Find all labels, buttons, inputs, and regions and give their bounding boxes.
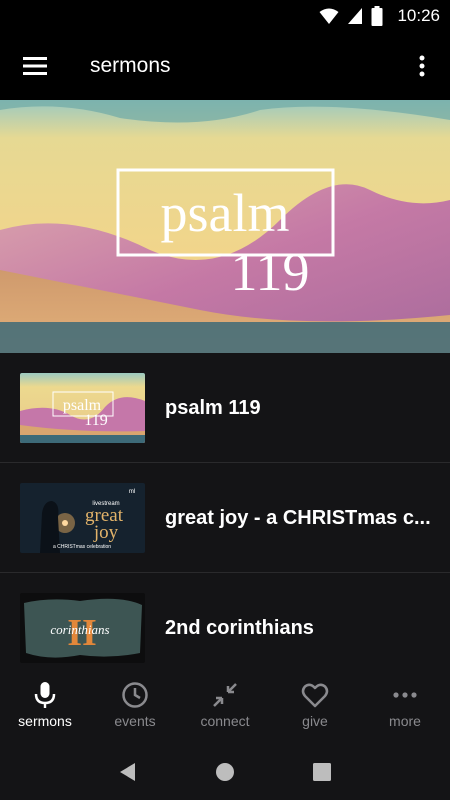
hamburger-menu-icon [23,57,47,75]
nav-item-give[interactable]: give [270,663,360,743]
series-title: great joy - a CHRISTmas c... [165,506,431,529]
app-bar: sermons [0,32,450,100]
battery-icon [371,6,383,26]
banner-artwork: psalm 119 [0,100,450,353]
svg-text:119: 119 [84,412,107,429]
recents-icon[interactable] [311,761,333,783]
wifi-icon [319,8,339,24]
series-thumbnail: livestream great joy a CHRISTmas celebra… [20,483,145,553]
status-time: 10:26 [397,6,440,25]
more-horizontal-icon [393,692,417,698]
list-item[interactable]: II corinthians 2nd corinthians [0,573,450,663]
nav-item-more[interactable]: more [360,663,450,743]
series-title: 2nd corinthians [165,616,314,639]
sermon-series-list: psalm 119 psalm 119 livestream great joy… [0,353,450,663]
menu-button[interactable] [0,32,70,100]
svg-text:joy: joy [93,522,119,543]
series-thumbnail: psalm 119 [20,373,145,443]
banner-title-line1: psalm [161,183,290,243]
series-thumbnail: II corinthians [20,593,145,663]
more-vertical-icon [419,55,425,77]
featured-series-banner[interactable]: psalm 119 [0,100,450,353]
bottom-navigation: sermons events connect give more [0,663,450,743]
nav-label: sermons [18,713,72,729]
system-navigation-bar [0,743,450,800]
series-title: psalm 119 [165,396,261,419]
banner-title-line2: 119 [231,242,310,302]
page-title: sermons [90,54,171,77]
microphone-icon [34,682,56,708]
svg-text:corinthians: corinthians [50,622,109,637]
nav-item-events[interactable]: events [90,663,180,743]
clock-icon [122,682,148,708]
nav-item-connect[interactable]: connect [180,663,270,743]
nav-label: give [302,713,328,729]
svg-text:a CHRISTmas celebration: a CHRISTmas celebration [53,544,111,550]
connect-arrows-icon [213,683,237,707]
nav-label: events [114,713,156,729]
svg-text:ml: ml [129,489,135,495]
list-item[interactable]: livestream great joy a CHRISTmas celebra… [0,463,450,573]
nav-label: connect [200,713,250,729]
list-item[interactable]: psalm 119 psalm 119 [0,353,450,463]
back-icon[interactable] [117,761,139,783]
nav-label: more [389,713,421,729]
home-icon[interactable] [214,761,236,783]
heart-icon [301,683,329,708]
overflow-menu-button[interactable] [394,32,450,100]
status-bar: 10:26 [0,0,450,32]
cell-signal-icon [348,8,363,24]
nav-item-sermons[interactable]: sermons [0,663,90,743]
